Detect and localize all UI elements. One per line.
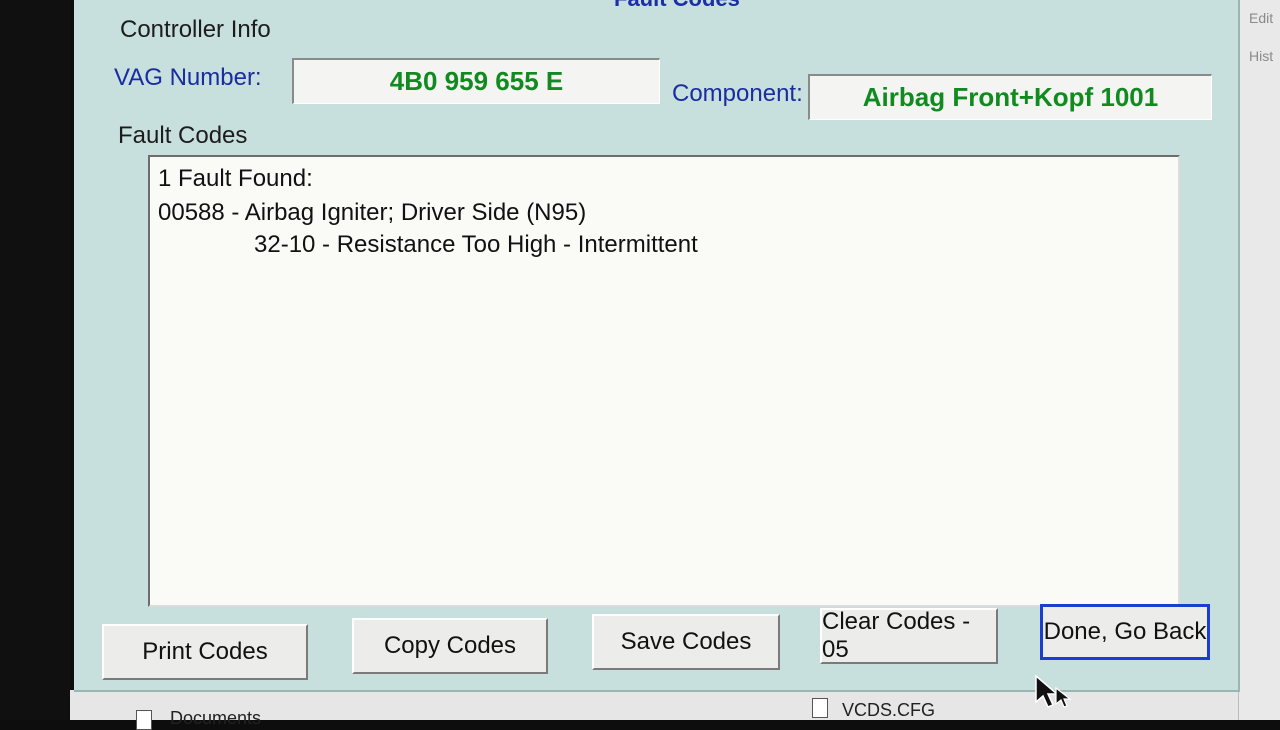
fault-codes-textbox[interactable]: 1 Fault Found: 00588 - Airbag Igniter; D…: [148, 155, 1180, 607]
desktop-item-vcds-cfg[interactable]: VCDS.CFG: [842, 700, 935, 721]
background-window: Edit Hist: [1238, 0, 1280, 720]
component-field[interactable]: Airbag Front+Kopf 1001: [808, 74, 1212, 120]
monitor-bezel: [0, 0, 70, 720]
dialog-title: Fault Codes: [614, 0, 740, 12]
fault-codes-dialog: Fault Codes Controller Info VAG Number: …: [74, 0, 1240, 692]
desktop-item-documents[interactable]: Documents: [170, 708, 261, 729]
print-codes-button[interactable]: Print Codes: [102, 624, 308, 680]
background-menu-edit[interactable]: Edit: [1249, 10, 1273, 26]
vag-number-label: VAG Number:: [114, 64, 262, 91]
copy-codes-button[interactable]: Copy Codes: [352, 618, 548, 674]
fault-summary-line: 1 Fault Found:: [158, 165, 313, 192]
background-menu-history[interactable]: Hist: [1249, 48, 1273, 64]
mouse-pointer-icon: [1035, 674, 1072, 708]
documents-folder-icon: [136, 710, 152, 730]
file-icon: [812, 698, 828, 718]
component-label: Component:: [672, 80, 803, 107]
vag-number-field[interactable]: 4B0 959 655 E: [292, 58, 660, 104]
fault-codes-label: Fault Codes: [118, 122, 248, 149]
done-go-back-button[interactable]: Done, Go Back: [1040, 604, 1210, 660]
fault-code-line: 00588 - Airbag Igniter; Driver Side (N95…: [158, 199, 587, 226]
controller-info-label: Controller Info: [120, 16, 271, 43]
save-codes-button[interactable]: Save Codes: [592, 614, 780, 670]
clear-codes-button[interactable]: Clear Codes - 05: [820, 608, 998, 664]
fault-detail-line: 32-10 - Resistance Too High - Intermitte…: [254, 231, 698, 258]
